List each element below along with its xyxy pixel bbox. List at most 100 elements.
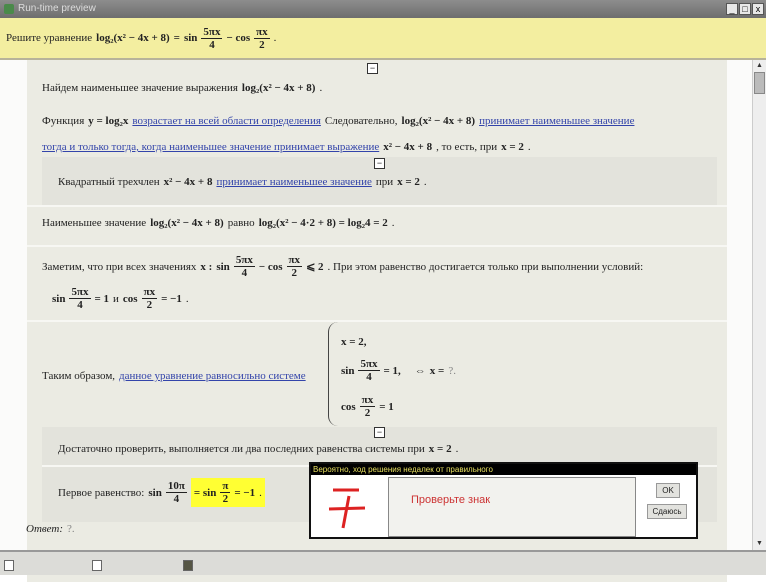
vertical-scrollbar[interactable]: ▲ ▼ <box>752 60 766 550</box>
punct: . <box>423 176 427 188</box>
step-math: x² − 4x + 8 <box>383 141 433 153</box>
punct: . <box>455 443 459 455</box>
scroll-down-icon[interactable]: ▼ <box>754 539 765 549</box>
minus-plus-icon <box>328 488 366 529</box>
step-math: log₂(x² − 4x + 8) <box>401 115 476 127</box>
minimize-button[interactable]: _ <box>726 3 738 15</box>
fraction: πx 2 <box>254 25 270 51</box>
fraction: 5πx 4 <box>201 25 223 51</box>
step-4: Наименьшее значение log₂(x² − 4x + 8) ра… <box>42 217 395 229</box>
step-1: Найдем наименьшее значение выражения log… <box>42 82 322 94</box>
step-text: Первое равенство: <box>58 486 145 499</box>
tool-icon[interactable] <box>183 560 193 571</box>
step-text: Функция <box>42 115 85 127</box>
punct: . <box>273 32 277 44</box>
step-text: . При этом равенство достигается только … <box>327 260 644 273</box>
step-math: x : <box>200 260 213 273</box>
task-math: = <box>173 32 180 44</box>
task-header: Решите уравнение log₂(x² − 4x + 8) = sin… <box>0 18 766 60</box>
step-5: Заметим, что при всех значениях x : sin … <box>42 254 643 279</box>
collapse-button[interactable]: − <box>374 158 385 169</box>
step-math: log₂(x² − 4·2 + 8) = log₂4 = 2 <box>258 217 388 229</box>
punct: . <box>527 141 531 153</box>
task-math: − cos <box>226 32 251 44</box>
step-math: x = 2 <box>428 443 452 455</box>
window-title: Run-time preview <box>18 3 96 14</box>
step-text: при <box>375 176 394 188</box>
step-2: Функция y = log₂x возрастает на всей обл… <box>42 115 634 127</box>
theory-link[interactable]: возрастает на всей области определения <box>132 115 321 127</box>
divider <box>27 245 727 247</box>
step-math: log₂(x² − 4x + 8) <box>241 82 316 94</box>
fraction: 5πx 4 <box>69 286 91 311</box>
step-text: , то есть, при <box>436 141 498 153</box>
theory-link[interactable]: принимает наименьшее значение <box>216 176 371 188</box>
step-math: sin <box>52 292 66 305</box>
step-math: x = 2 <box>501 141 524 153</box>
step-5-conditions: sin 5πx 4 = 1 и cos πx 2 = −1 . <box>52 286 189 311</box>
scroll-up-icon[interactable]: ▲ <box>754 61 765 71</box>
task-math: sin <box>183 32 198 44</box>
popup-title: Вероятно, ход решения недалек от правиль… <box>311 464 696 475</box>
step-8: Первое равенство: sin 10π 4 = sin π2 = −1… <box>58 478 265 507</box>
app-icon <box>4 4 14 14</box>
step-text: Достаточно проверить, выполняется ли два… <box>58 443 425 455</box>
theory-link[interactable]: данное уравнение равносильно системе <box>119 370 306 382</box>
answer-line: Ответ: ?. <box>26 523 75 535</box>
step-text: равно <box>227 217 255 229</box>
punct: . <box>319 82 323 94</box>
title-bar: Run-time preview _ □ x <box>0 0 766 18</box>
system-row: x = 2, <box>341 336 367 348</box>
divider <box>27 320 727 322</box>
step-text: Наименьшее значение <box>42 217 147 229</box>
scroll-thumb[interactable] <box>754 72 765 94</box>
step-7: Достаточно проверить, выполняется ли два… <box>58 443 458 455</box>
ok-button[interactable]: OK <box>656 483 680 498</box>
step-math: y = log₂x <box>88 115 129 127</box>
punct: . <box>185 292 189 305</box>
highlighted-error[interactable]: = sin π2 = −1 . <box>190 478 265 507</box>
pointer-icon[interactable] <box>4 560 14 571</box>
document-icon[interactable] <box>92 560 102 571</box>
punct: . <box>391 217 395 229</box>
give-up-button[interactable]: Сдаюсь <box>647 504 687 519</box>
step-text: Таким образом, <box>42 370 116 382</box>
step-text: Найдем наименьшее значение выражения <box>42 82 238 94</box>
system-row: sin 5πx 4 = 1, ⇔ x = ?. <box>341 358 456 383</box>
step-math: cos <box>122 292 138 305</box>
task-label: Решите уравнение <box>6 32 93 44</box>
collapse-button[interactable]: − <box>374 427 385 438</box>
step-math: sin <box>216 260 230 273</box>
step-text: и <box>113 292 119 305</box>
close-button[interactable]: x <box>752 3 764 15</box>
divider <box>27 205 727 207</box>
popup-message: Проверьте знак <box>388 477 636 537</box>
equiv-sign: ⇔ <box>414 364 426 377</box>
system-row: cos πx 2 = 1 <box>341 394 394 419</box>
step-math: = 1 <box>94 292 110 305</box>
maximize-button[interactable]: □ <box>739 3 751 15</box>
step-3: Квадратный трехчлен x² − 4x + 8 принимае… <box>58 176 427 188</box>
step-2-cont: тогда и только тогда, когда наименьшее з… <box>42 141 531 153</box>
step-math: x² − 4x + 8 <box>163 176 213 188</box>
step-math: = −1 <box>161 292 182 305</box>
answer-label: Ответ: <box>26 523 64 535</box>
status-bar <box>0 550 766 575</box>
step-text: Квадратный трехчлен <box>58 176 160 188</box>
unknown-answer: ?. <box>448 364 456 377</box>
fraction: πx 2 <box>141 286 158 311</box>
step-math: x = 2 <box>397 176 420 188</box>
step-math: sin <box>148 486 162 499</box>
fraction: 5πx 4 <box>233 254 255 279</box>
fraction: πx 2 <box>286 254 303 279</box>
task-math: log₂(x² − 4x + 8) <box>96 32 170 44</box>
theory-link[interactable]: тогда и только тогда, когда наименьшее з… <box>42 141 379 153</box>
step-math: ⩽ 2 <box>306 261 324 273</box>
answer-math: x = <box>429 364 445 377</box>
step-math: − cos <box>258 260 283 273</box>
collapse-button[interactable]: − <box>367 63 378 74</box>
step-math: log₂(x² − 4x + 8) <box>150 217 224 229</box>
theory-link[interactable]: принимает наименьшее значение <box>479 115 634 127</box>
step-6: Таким образом, данное уравнение равносил… <box>42 370 306 382</box>
step-text: Заметим, что при всех значениях <box>42 260 197 273</box>
